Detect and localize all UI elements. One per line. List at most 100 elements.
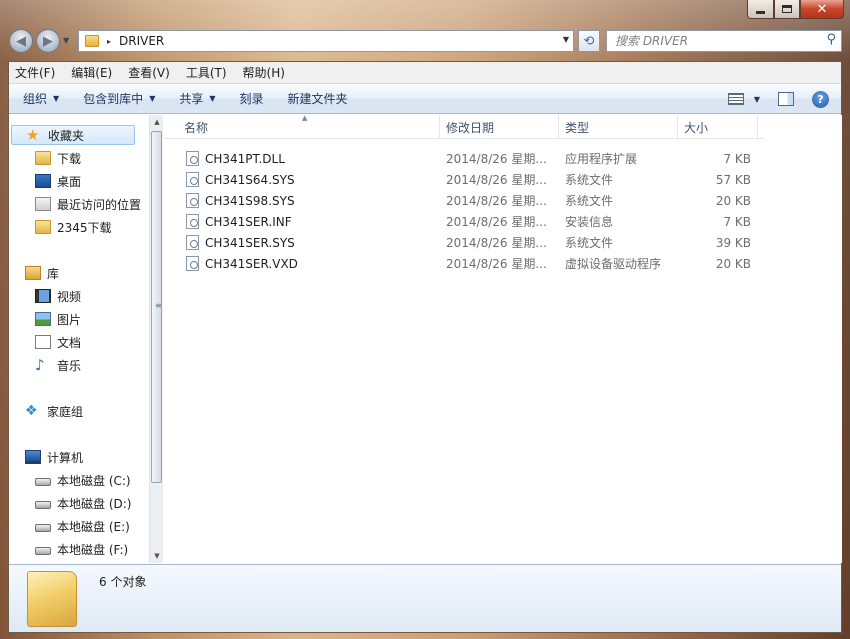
file-name: CH341S98.SYS <box>205 193 295 208</box>
downloads-folder-icon <box>35 151 51 165</box>
recent-places-icon <box>35 197 51 211</box>
column-size[interactable]: 大小 <box>678 115 758 139</box>
folder-icon <box>85 35 99 47</box>
menu-bar: 文件(F) 编辑(E) 查看(V) 工具(T) 帮助(H) <box>9 62 841 84</box>
new-folder-button[interactable]: 新建文件夹 <box>288 90 348 107</box>
breadcrumb-driver[interactable]: DRIVER <box>119 34 164 48</box>
file-type: 虚拟设备驱动程序 <box>565 257 662 271</box>
share-label: 共享 <box>179 92 204 106</box>
nav-videos-label: 视频 <box>57 289 82 304</box>
nav-homegroup[interactable]: ❖ 家庭组 <box>25 401 83 421</box>
file-row[interactable]: CH341SER.VXD 2014/8/26 星期... 虚拟设备驱动程序 20… <box>164 253 764 274</box>
file-size: 39 KB <box>715 235 751 250</box>
share-button[interactable]: 共享 ▼ <box>179 90 215 107</box>
nav-favorites[interactable]: ★ 收藏夹 <box>11 125 135 145</box>
file-name: CH341SER.INF <box>205 214 292 229</box>
recent-pages-dropdown[interactable]: ▼ <box>63 36 69 45</box>
menu-help[interactable]: 帮助(H) <box>243 64 285 81</box>
forward-button[interactable]: ▶ <box>36 29 60 53</box>
nav-computer[interactable]: 计算机 <box>25 447 83 467</box>
file-size: 7 KB <box>723 151 751 166</box>
scrollbar-thumb[interactable]: ≡ <box>151 131 162 483</box>
command-bar: 组织 ▼ 包含到库中 ▼ 共享 ▼ 刻录 新建文件夹 <box>9 84 841 114</box>
file-size: 20 KB <box>715 193 751 208</box>
nav-computer-label: 计算机 <box>47 450 84 465</box>
nav-libraries[interactable]: 库 <box>25 263 59 283</box>
include-in-library-button[interactable]: 包含到库中 ▼ <box>83 90 155 107</box>
refresh-button[interactable]: ⟲ <box>578 30 600 52</box>
scroll-down-icon[interactable]: ▼ <box>150 549 164 563</box>
column-modified[interactable]: 修改日期 <box>440 115 559 139</box>
search-icon[interactable]: ⚲ <box>826 32 836 47</box>
file-row[interactable]: CH341PT.DLL 2014/8/26 星期... 应用程序扩展 7 KB <box>164 148 764 169</box>
column-type[interactable]: 类型 <box>559 115 678 139</box>
nav-desktop-label: 桌面 <box>57 174 82 189</box>
file-row[interactable]: CH341SER.INF 2014/8/26 星期... 安装信息 7 KB <box>164 211 764 232</box>
hard-drive-icon <box>35 478 51 486</box>
nav-documents[interactable]: 文档 <box>35 332 81 352</box>
nav-recent-label: 最近访问的位置 <box>57 197 142 212</box>
file-modified: 2014/8/26 星期... <box>446 257 547 271</box>
chevron-down-icon: ▼ <box>149 94 156 103</box>
file-name: CH341SER.SYS <box>205 235 295 250</box>
address-bar[interactable]: ▸ DRIVER ▼ <box>78 30 574 52</box>
nav-recent[interactable]: 最近访问的位置 <box>35 194 141 214</box>
back-arrow-icon: ◀ <box>16 33 26 49</box>
help-icon[interactable]: ? <box>812 90 829 108</box>
breadcrumb-chevron-icon[interactable]: ▸ <box>107 37 111 46</box>
nav-desktop[interactable]: 桌面 <box>35 171 81 191</box>
setup-info-icon <box>186 214 199 229</box>
nav-2345-downloads[interactable]: 2345下载 <box>35 217 112 237</box>
file-row[interactable]: CH341SER.SYS 2014/8/26 星期... 系统文件 39 KB <box>164 232 764 253</box>
menu-file[interactable]: 文件(F) <box>15 64 55 81</box>
menu-view[interactable]: 查看(V) <box>128 64 170 81</box>
nav-drive-f-label: 本地磁盘 (F:) <box>57 542 129 557</box>
menu-edit[interactable]: 编辑(E) <box>71 64 112 81</box>
file-modified: 2014/8/26 星期... <box>446 194 547 208</box>
grip-icon: ≡ <box>155 301 162 310</box>
file-row[interactable]: CH341S64.SYS 2014/8/26 星期... 系统文件 57 KB <box>164 169 764 190</box>
nav-videos[interactable]: 视频 <box>35 286 81 306</box>
nav-music[interactable]: ♪ 音乐 <box>35 355 81 375</box>
hard-drive-icon <box>35 547 51 555</box>
menu-tools[interactable]: 工具(T) <box>186 64 227 81</box>
maximize-button[interactable] <box>774 0 800 19</box>
close-button[interactable]: ✕ <box>800 0 844 19</box>
caption-buttons: ✕ <box>747 0 844 19</box>
refresh-icon: ⟲ <box>583 33 595 49</box>
item-count: 6 个对象 <box>99 575 147 589</box>
nav-scrollbar[interactable]: ▲ ≡ ▼ <box>149 115 163 563</box>
nav-pictures[interactable]: 图片 <box>35 309 81 329</box>
video-icon <box>35 289 51 303</box>
file-type: 安装信息 <box>565 215 614 229</box>
column-size-label: 大小 <box>684 120 709 135</box>
nav-drive-f[interactable]: 本地磁盘 (F:) <box>35 539 128 559</box>
back-button[interactable]: ◀ <box>9 29 33 53</box>
nav-drive-c[interactable]: 本地磁盘 (C:) <box>35 470 131 490</box>
nav-downloads[interactable]: 下载 <box>35 148 81 168</box>
column-modified-label: 修改日期 <box>446 120 495 135</box>
nav-drive-d[interactable]: 本地磁盘 (D:) <box>35 493 131 513</box>
view-dropdown-icon[interactable]: ▼ <box>754 95 760 104</box>
preview-pane-icon[interactable] <box>778 92 794 106</box>
nav-music-label: 音乐 <box>57 358 82 373</box>
column-name[interactable]: 名称 <box>178 115 440 139</box>
scroll-up-icon[interactable]: ▲ <box>150 115 164 129</box>
minimize-icon <box>756 10 765 14</box>
view-options-icon[interactable] <box>727 93 744 105</box>
nav-drive-e[interactable]: 本地磁盘 (E:) <box>35 516 130 536</box>
homegroup-icon: ❖ <box>25 403 38 419</box>
nav-libraries-label: 库 <box>47 266 60 281</box>
address-dropdown-icon[interactable]: ▼ <box>563 35 569 44</box>
organize-label: 组织 <box>23 92 48 106</box>
minimize-button[interactable] <box>747 0 774 19</box>
file-name-cell: CH341PT.DLL <box>186 148 285 169</box>
file-modified: 2014/8/26 星期... <box>446 236 547 250</box>
document-icon <box>35 335 51 349</box>
burn-button[interactable]: 刻录 <box>240 90 264 107</box>
search-input[interactable] <box>607 34 807 48</box>
organize-button[interactable]: 组织 ▼ <box>23 90 59 107</box>
file-row[interactable]: CH341S98.SYS 2014/8/26 星期... 系统文件 20 KB <box>164 190 764 211</box>
search-box[interactable]: ⚲ <box>606 30 842 52</box>
file-name-cell: CH341SER.VXD <box>186 253 298 274</box>
